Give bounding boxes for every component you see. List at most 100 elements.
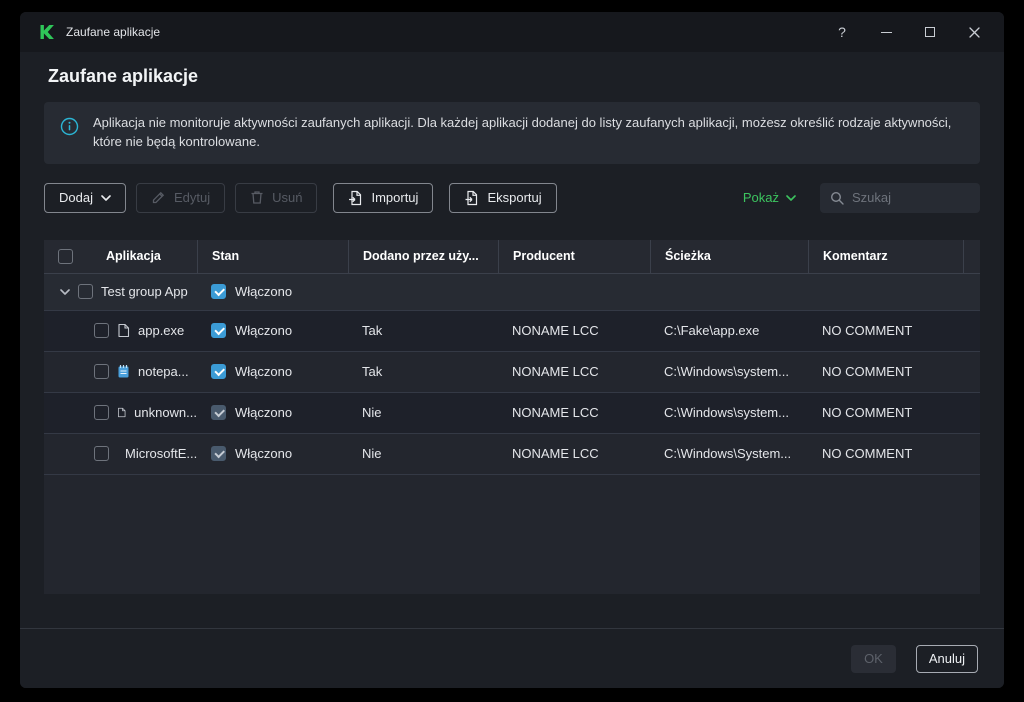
select-all-checkbox[interactable] (58, 248, 73, 264)
maximize-icon (925, 27, 935, 37)
column-header-gutter (963, 239, 980, 273)
table-row[interactable]: MicrosoftE... Włączono Nie NONAME LCC C:… (44, 433, 980, 475)
search-input[interactable] (852, 190, 970, 206)
app-name: MicrosoftE... (125, 446, 197, 462)
column-header-aplikacja: Aplikacja (44, 240, 197, 273)
added-by-user-cell: Nie (362, 446, 382, 462)
row-select-checkbox[interactable] (94, 446, 109, 462)
group-select-checkbox[interactable] (78, 284, 93, 300)
comment-cell: NO COMMENT (822, 446, 913, 462)
show-filter-button[interactable]: Pokaż (743, 190, 796, 205)
path-cell: C:\Windows\System... (664, 446, 792, 462)
table-row[interactable]: unknown... Włączono Nie NONAME LCC C:\Wi… (44, 392, 980, 434)
kaspersky-logo-icon (40, 25, 54, 39)
add-button-label: Dodaj (59, 190, 93, 206)
edit-button-label: Edytuj (173, 190, 211, 206)
trusted-applications-window: Zaufane aplikacje ? Zaufane aplikacje Ap… (20, 12, 1004, 688)
export-icon (465, 190, 478, 205)
column-label: Stan (212, 249, 240, 264)
row-enabled-checkbox[interactable] (211, 405, 226, 421)
group-enabled-checkbox[interactable] (211, 284, 226, 300)
titlebar-left: Zaufane aplikacje (38, 23, 160, 41)
row-enabled-checkbox[interactable] (211, 446, 226, 462)
comment-cell: NO COMMENT (822, 405, 913, 421)
titlebar[interactable]: Zaufane aplikacje ? (20, 12, 1004, 52)
edit-button[interactable]: Edytuj (135, 182, 226, 213)
footer: OK Anuluj (20, 628, 1004, 688)
app-name: app.exe (138, 323, 185, 339)
app-name-cell: MicrosoftE... (44, 434, 197, 474)
delete-button-label: Usuń (272, 190, 303, 206)
state-label: Włączono (235, 405, 293, 421)
column-header-producent: Producent (498, 239, 650, 273)
maximize-button[interactable] (908, 12, 952, 52)
comment-cell: NO COMMENT (822, 323, 913, 339)
column-label: Ścieżka (665, 249, 711, 264)
column-header-sciezka: Ścieżka (650, 239, 808, 273)
column-label: Dodano przez uży... (363, 249, 479, 264)
row-select-checkbox[interactable] (94, 323, 109, 339)
show-filter-label: Pokaż (742, 190, 779, 206)
app-name: notepa... (138, 364, 189, 380)
row-select-checkbox[interactable] (94, 405, 109, 421)
state-label: Włączono (235, 446, 293, 462)
added-by-user-cell: Tak (362, 364, 383, 380)
search-icon (830, 191, 844, 205)
help-button[interactable]: ? (820, 12, 864, 52)
minimize-icon (880, 31, 892, 33)
cancel-button[interactable]: Anuluj (915, 644, 978, 673)
vendor-cell: NONAME LCC (512, 405, 599, 421)
table-row[interactable]: app.exe Włączono Tak NONAME LCC C:\Fake\… (44, 310, 980, 352)
info-banner-text: Aplikacja nie monitoruje aktywności zauf… (93, 115, 952, 149)
state-label: Włączono (235, 323, 293, 339)
pencil-icon (152, 192, 165, 204)
app-name-cell: unknown... (44, 393, 197, 433)
export-button[interactable]: Eksportuj (449, 182, 557, 213)
content-area: Zaufane aplikacje Aplikacja nie monitoru… (20, 52, 1004, 628)
group-name-cell: Test group App (44, 274, 197, 310)
toolbar: Dodaj Edytuj Usuń Importuj Eksportuj Pok… (44, 182, 980, 213)
ok-button[interactable]: OK (851, 644, 896, 673)
row-enabled-checkbox[interactable] (211, 364, 226, 380)
state-cell: Włączono (197, 434, 348, 474)
delete-button[interactable]: Usuń (235, 182, 318, 213)
vendor-cell: NONAME LCC (512, 364, 599, 380)
add-button[interactable]: Dodaj (44, 182, 126, 213)
notepad-app-icon (118, 365, 129, 378)
table-row[interactable]: notepa... Włączono Tak NONAME LCC C:\Win… (44, 351, 980, 393)
import-button[interactable]: Importuj (333, 182, 434, 213)
file-icon (118, 408, 126, 418)
search-box (820, 182, 980, 213)
close-icon (968, 26, 980, 38)
app-name: unknown... (134, 405, 197, 421)
row-select-checkbox[interactable] (94, 364, 109, 380)
group-name: Test group App (101, 284, 188, 300)
collapse-chevron-icon[interactable] (60, 288, 70, 295)
minimize-button[interactable] (864, 12, 908, 52)
vendor-cell: NONAME LCC (512, 323, 599, 339)
export-button-label: Eksportuj (487, 190, 542, 206)
group-state-cell: Włączono (197, 274, 348, 310)
page-title: Zaufane aplikacje (48, 66, 199, 86)
trash-icon (251, 191, 263, 204)
column-header-dodano: Dodano przez uży... (348, 239, 498, 273)
column-label: Komentarz (823, 249, 888, 264)
column-header-komentarz: Komentarz (808, 239, 963, 273)
app-name-cell: app.exe (44, 311, 197, 351)
chevron-down-icon (101, 194, 111, 201)
column-header-stan: Stan (197, 239, 348, 273)
close-button[interactable] (952, 12, 996, 52)
path-cell: C:\Fake\app.exe (664, 323, 760, 339)
table-group-row[interactable]: Test group App Włączono (44, 273, 980, 311)
row-enabled-checkbox[interactable] (211, 323, 226, 339)
applications-table: Aplikacja Stan Dodano przez uży... Produ… (44, 239, 980, 594)
file-icon (118, 324, 130, 338)
group-state-label: Włączono (235, 284, 293, 300)
state-cell: Włączono (197, 393, 348, 433)
import-button-label: Importuj (371, 190, 419, 206)
added-by-user-cell: Nie (362, 405, 382, 421)
state-cell: Włączono (197, 311, 348, 351)
added-by-user-cell: Tak (362, 323, 383, 339)
info-banner: Aplikacja nie monitoruje aktywności zauf… (44, 102, 980, 164)
state-label: Włączono (235, 364, 293, 380)
